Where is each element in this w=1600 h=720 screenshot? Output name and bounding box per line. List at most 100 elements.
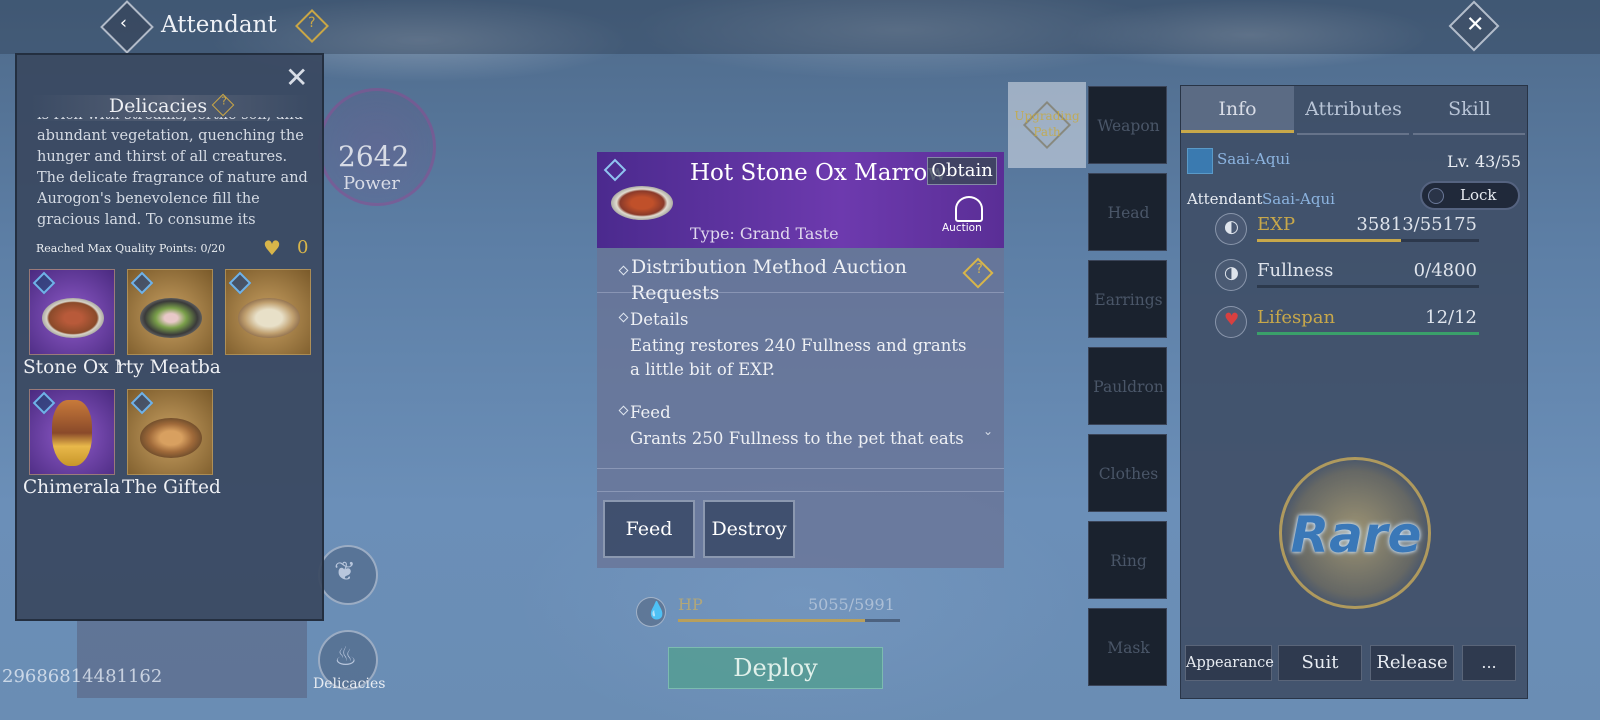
slot-label: Weapon [1097, 117, 1160, 135]
attendant-value[interactable]: Saai-Aqui [1262, 190, 1335, 208]
item-slot-the-gifted[interactable] [127, 389, 213, 475]
distribution-method: Distribution Method Auction Requests [631, 256, 907, 304]
slot-label: Pauldron [1093, 378, 1164, 396]
suit-button[interactable]: Suit [1278, 645, 1362, 681]
slot-label: Head [1107, 204, 1150, 222]
dish-icon [611, 186, 673, 220]
lock-toggle[interactable]: Lock [1420, 181, 1520, 210]
tab-skill[interactable]: Skill [1413, 86, 1526, 133]
auction-icon[interactable] [955, 196, 983, 222]
obtain-button[interactable]: Obtain [927, 157, 997, 185]
upgrading-path-button[interactable]: Upgrading Path [1008, 82, 1086, 168]
rarity-badge-icon [32, 391, 56, 415]
power-value: 2642 [338, 140, 410, 173]
item-slot-chimeralan[interactable] [29, 389, 115, 475]
more-button[interactable]: ... [1462, 645, 1516, 681]
delicacies-label: Delicacies [313, 676, 386, 692]
toggle-knob [1428, 188, 1444, 204]
tab-attributes[interactable]: Attributes [1297, 86, 1410, 133]
slot-ring[interactable]: Ring [1088, 521, 1167, 599]
slot-label: Earrings [1094, 291, 1163, 309]
rarity-badge-icon [228, 271, 252, 295]
details-text: Eating restores 240 Fullness and grants … [630, 336, 967, 379]
hp-value: 5055/5991 [808, 595, 895, 614]
panel-title: Delicacies [108, 95, 208, 117]
deploy-button[interactable]: Deploy [668, 647, 883, 689]
fullness-bar [1257, 285, 1479, 288]
power-label: Power [343, 173, 400, 194]
heart-icon: ♥ [263, 236, 281, 260]
slot-label: Clothes [1098, 465, 1159, 483]
upgrading-path-label: Upgrading Path [1014, 109, 1080, 139]
lifespan-label: Lifespan [1257, 307, 1336, 328]
tab-info[interactable]: Info [1181, 86, 1294, 133]
item-slot-meatball[interactable] [127, 269, 213, 355]
rarity-badge-icon [130, 271, 154, 295]
divider [597, 491, 1004, 492]
back-button[interactable]: ‹ [100, 0, 154, 54]
scroll-down-icon[interactable]: ⌄ [983, 424, 993, 438]
destroy-button[interactable]: Destroy [703, 500, 795, 558]
water-drop-icon: 💧 [636, 597, 667, 627]
attendant-name: Saai-Aqui [1217, 150, 1290, 168]
bowl-icon: ♨ [334, 642, 358, 672]
slot-label: Mask [1107, 639, 1150, 657]
slot-mask[interactable]: Mask [1088, 608, 1167, 686]
rarity-badge-icon [130, 391, 154, 415]
appearance-button[interactable]: Appearance [1185, 645, 1274, 681]
feed-text: Grants 250 Fullness to the pet that eats… [630, 429, 964, 448]
lock-label: Lock [1460, 186, 1497, 204]
panel-help-button[interactable]: ? [211, 93, 235, 117]
pet-button[interactable]: ❦ [318, 545, 378, 605]
description-scroll[interactable]: is rich with streams, fertile soil, and … [37, 117, 317, 287]
item-label: Chimeralan [23, 477, 121, 498]
attendant-level: Lv. 43/55 [1447, 152, 1522, 171]
pet-icon: ❦ [334, 557, 356, 587]
auction-label: Auction [942, 222, 982, 234]
lifespan-value: 12/12 [1425, 307, 1477, 328]
slot-earrings[interactable]: Earrings [1088, 260, 1167, 338]
description-text: is rich with streams, fertile soil, and … [37, 117, 308, 228]
item-label: Stone Ox Ma [23, 357, 121, 378]
details-title: Details [630, 310, 689, 329]
top-bar: ‹ Attendant ? ✕ [0, 0, 1600, 54]
bullet-icon [618, 265, 629, 276]
heart-icon: ♥ [1215, 306, 1247, 338]
slot-pauldron[interactable]: Pauldron [1088, 347, 1167, 425]
divider [597, 468, 1004, 469]
feed-button[interactable]: Feed [603, 500, 695, 558]
bullet-icon [618, 405, 629, 416]
exp-bar-fill [1257, 239, 1402, 242]
item-title: Hot Stone Ox Marrow [690, 160, 947, 186]
item-card-body: Distribution Method Auction Requests ? D… [597, 248, 1004, 568]
tab-underline [1413, 133, 1525, 135]
meatball-bowl-icon [140, 298, 202, 338]
exp-label: EXP [1257, 214, 1296, 235]
slot-clothes[interactable]: Clothes [1088, 434, 1167, 512]
lifespan-bar [1257, 332, 1479, 335]
bullet-icon [618, 312, 629, 323]
help-button[interactable]: ? [295, 9, 329, 43]
panel-close-button[interactable]: ✕ [285, 61, 308, 94]
item-slot-rice[interactable] [225, 269, 311, 355]
help-icon: ? [221, 94, 228, 108]
slot-head[interactable]: Head [1088, 173, 1167, 251]
help-icon: ? [975, 261, 983, 277]
fullness-value: 0/4800 [1413, 260, 1477, 281]
close-icon: ✕ [1465, 12, 1485, 38]
close-button[interactable]: ✕ [1448, 0, 1500, 52]
rarity-label: Rare [1290, 506, 1422, 564]
distribution-help-button[interactable]: ? [962, 257, 994, 289]
stew-icon [140, 418, 202, 458]
rarity-badge-icon [603, 158, 627, 182]
fullness-label: Fullness [1257, 260, 1334, 281]
item-label: The Gifted [122, 477, 221, 498]
exp-value: 35813/55175 [1356, 214, 1477, 235]
quality-points: Reached Max Quality Points: 0/20 [36, 242, 226, 255]
attendant-class-icon [1187, 148, 1213, 174]
release-button[interactable]: Release [1370, 645, 1454, 681]
rarity-display: Rare [1181, 451, 1527, 627]
item-slot-hot-stone-ox-marrow[interactable] [29, 269, 115, 355]
slot-weapon[interactable]: Weapon [1088, 86, 1167, 164]
exp-bar [1257, 239, 1479, 242]
